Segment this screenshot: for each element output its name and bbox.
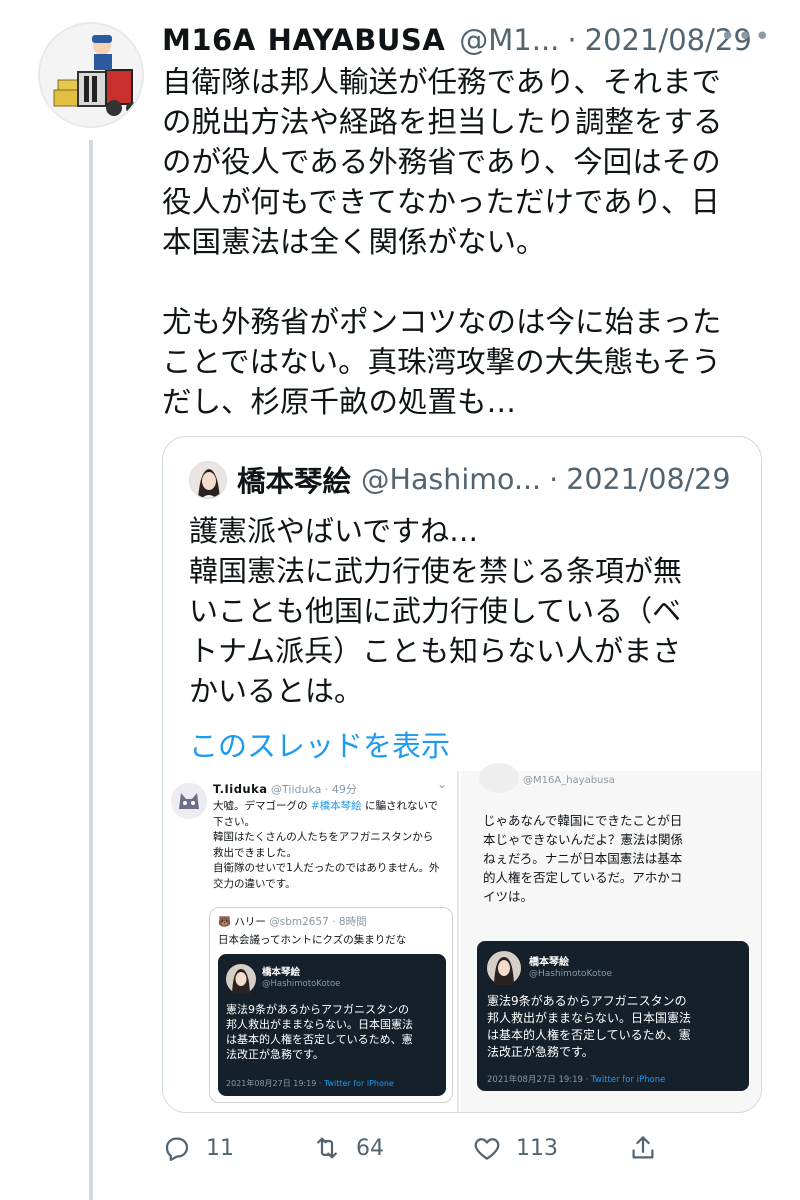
tweet-header: M16A HAYABUSA @M1... · 2021/08/29 ••• [162,22,772,58]
quoted-author-handle: @Hashimo... [361,463,542,496]
screenshot-header: T.Iiduka @Tiiduka · 49分 [213,782,357,796]
screenshot-handle: @M16A_hayabusa [523,775,615,786]
like-button[interactable]: 113 [472,1128,558,1168]
like-count: 113 [516,1135,558,1161]
bear-icon: 🐻 [218,916,232,928]
tweet-text: 自衛隊は邦人輸送が任務であり、それまで の脱出方法や経路を担当したり調整をする … [162,65,723,419]
attached-image-left[interactable]: T.Iiduka @Tiiduka · 49分 ⌄ 大嘘。デマゴーグの #橋本琴… [163,771,459,1112]
screenshot-quote-text: 日本会議ってホントにクズの集まりだな [218,934,407,946]
cat-avatar-icon [171,783,207,819]
attached-images[interactable]: T.Iiduka @Tiiduka · 49分 ⌄ 大嘘。デマゴーグの #橋本琴… [163,763,761,1112]
reply-count: 11 [206,1135,234,1161]
author-name[interactable]: M16A HAYABUSA [162,23,445,57]
share-button[interactable] [628,1128,672,1168]
separator-dot: · [549,463,559,496]
screenshot-quoted-tweet: 🐻 ハリー @sbm2657 · 8時間 日本会議ってホントにクズの集まりだな … [209,907,453,1103]
embedded-dark-tweet: 橋本琴絵 @HashimotoKotoe 憲法9条があるからアフガニスタンの 邦… [477,941,749,1091]
separator-dot: · [567,23,577,57]
share-icon [632,1136,654,1159]
reply-button[interactable]: 11 [162,1128,234,1168]
embedded-dark-tweet: 橋本琴絵 @HashimotoKotoe 憲法9条があるからアフガニスタンの 邦… [218,954,446,1096]
attached-image-right[interactable]: @M16A_hayabusa じゃあなんで韓国にできたことが日 本じゃできないん… [461,763,761,1112]
retweet-button[interactable]: 64 [312,1128,384,1168]
screenshot-text: じゃあなんで韓国にできたことが日 本じゃできないんだよ？憲法は関係 ねぇだろ。ナ… [483,813,684,904]
retweet-icon [317,1137,337,1159]
quoted-tweet[interactable]: 橋本琴絵 @Hashimo... · 2021/08/29 護憲派やばいですね…… [162,436,762,1113]
thread-line [89,140,93,1200]
quoted-tweet-text: 護憲派やばいですね… 韓国憲法に武力行使を禁じる条項が無 いことも他国に武力行使… [189,514,683,708]
avatar [226,964,256,994]
author-handle[interactable]: @M1... [459,23,559,57]
hashtag: #橋本琴絵 [310,800,362,812]
reply-icon [165,1137,189,1161]
action-bar: 11 64 113 [162,1128,772,1168]
quoted-author-avatar [189,460,227,499]
more-options-icon[interactable]: ••• [720,22,772,52]
show-thread-link[interactable]: このスレッドを表示 [189,723,450,765]
author-avatar[interactable] [38,22,144,128]
quoted-tweet-header: 橋本琴絵 @Hashimo... · 2021/08/29 [189,459,730,500]
screenshot-text: 大嘘。デマゴーグの #橋本琴絵 に騙されないで 下さい。 韓国はたくさんの人たち… [213,800,440,890]
heart-icon [474,1138,500,1160]
chevron-down-icon: ⌄ [436,777,447,791]
quoted-author-name: 橋本琴絵 [237,465,352,498]
avatar [479,763,519,793]
screenshot-quote-header: 🐻 ハリー @sbm2657 · 8時間 [218,916,367,928]
avatar [487,951,521,985]
quoted-tweet-date: 2021/08/29 [566,463,731,496]
retweet-count: 64 [356,1135,384,1161]
